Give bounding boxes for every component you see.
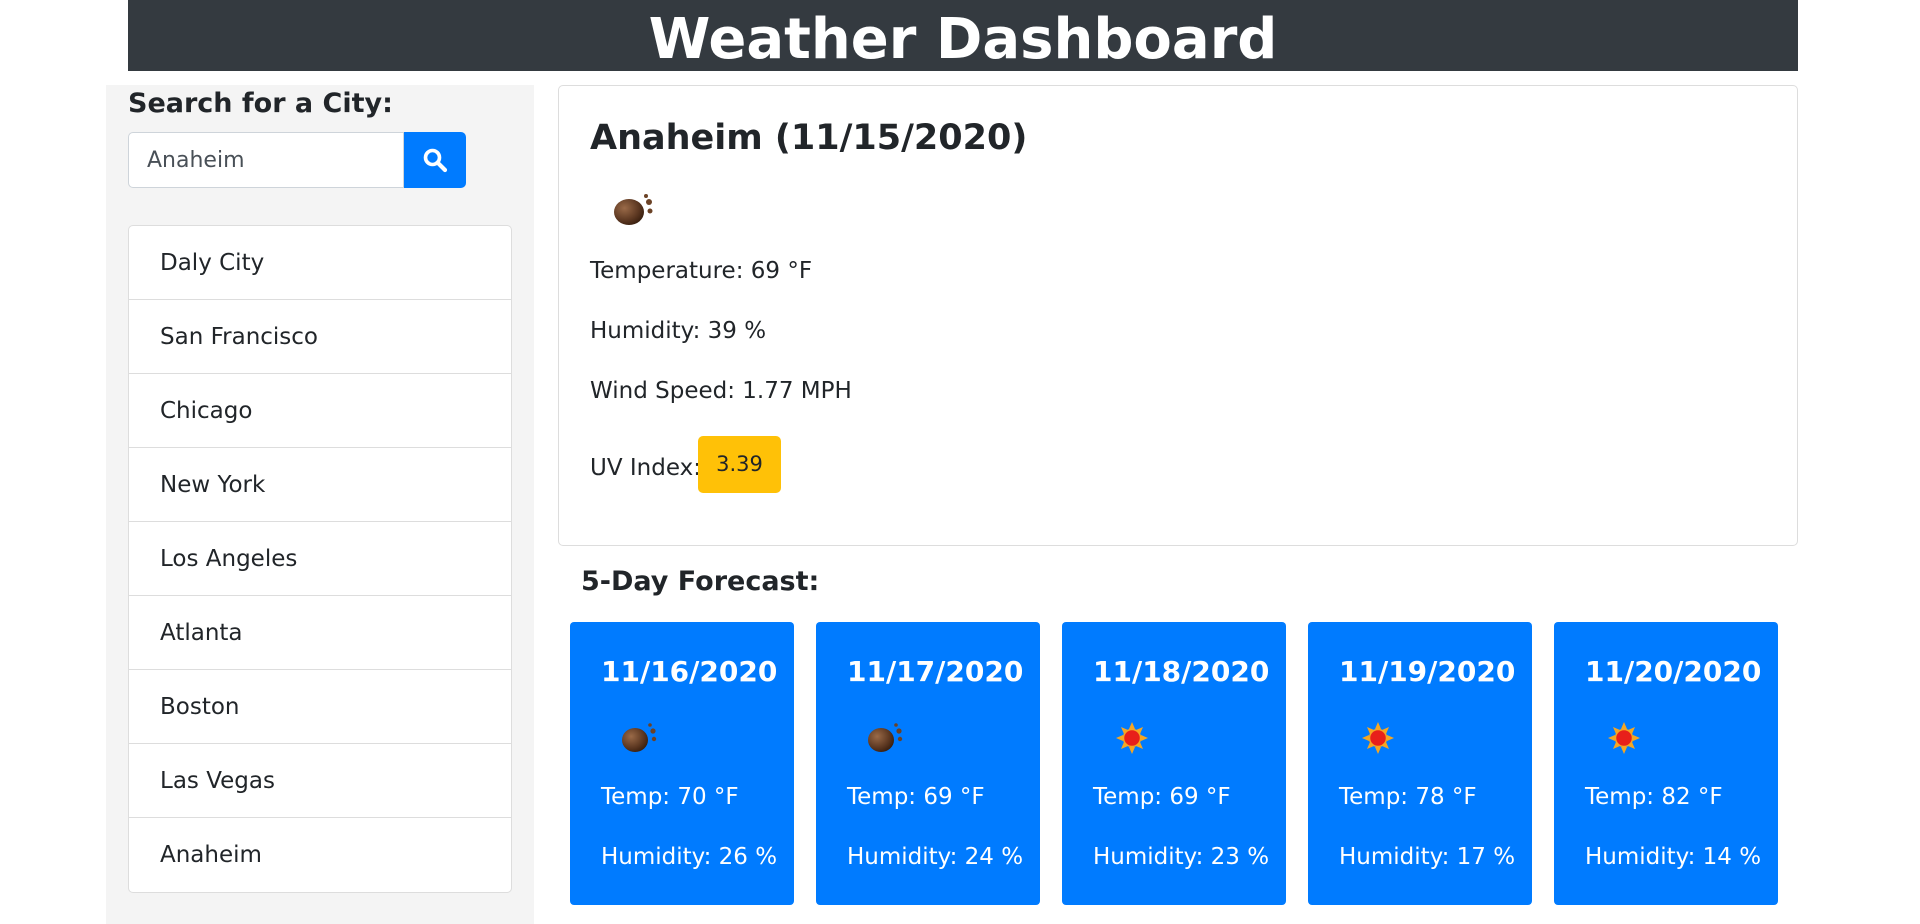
current-city-title: Anaheim (11/15/2020) (590, 118, 1028, 158)
search-group (128, 132, 466, 188)
current-weather-card: Anaheim (11/15/2020) Temperature: 69 °F … (558, 85, 1798, 546)
sun-icon (1116, 722, 1148, 754)
page-header: Weather Dashboard (128, 0, 1798, 71)
forecast-temp: Temp: 82 °F (1585, 784, 1723, 810)
forecast-humidity: Humidity: 23 % (1093, 844, 1270, 870)
uv-index-label: UV Index: (590, 455, 701, 481)
forecast-date: 11/16/2020 (601, 655, 778, 688)
forecast-card-day-3: 11/18/2020 Temp: 69 °F Humidity: 23 % (1062, 622, 1286, 905)
sun-icon (1608, 722, 1640, 754)
forecast-date: 11/17/2020 (847, 655, 1024, 688)
forecast-card-day-1: 11/16/2020 Temp: 70 °F Humidity: 26 % (570, 622, 794, 905)
city-search-input[interactable] (128, 132, 404, 188)
current-humidity: Humidity: 39 % (590, 318, 767, 344)
history-item-las-vegas[interactable]: Las Vegas (129, 744, 511, 818)
forecast-humidity: Humidity: 17 % (1339, 844, 1516, 870)
forecast-date: 11/19/2020 (1339, 655, 1516, 688)
history-item-atlanta[interactable]: Atlanta (129, 596, 511, 670)
forecast-heading: 5-Day Forecast: (581, 566, 820, 597)
forecast-card-day-4: 11/19/2020 Temp: 78 °F Humidity: 17 % (1308, 622, 1532, 905)
haze-icon (614, 194, 653, 225)
history-item-chicago[interactable]: Chicago (129, 374, 511, 448)
forecast-temp: Temp: 69 °F (847, 784, 985, 810)
haze-icon (868, 723, 903, 752)
forecast-temp: Temp: 78 °F (1339, 784, 1477, 810)
search-icon (423, 148, 448, 173)
haze-icon (622, 723, 657, 752)
forecast-card-day-2: 11/17/2020 Temp: 69 °F Humidity: 24 % (816, 622, 1040, 905)
forecast-humidity: Humidity: 24 % (847, 844, 1024, 870)
history-item-daly-city[interactable]: Daly City (129, 226, 511, 300)
current-temperature: Temperature: 69 °F (590, 258, 813, 284)
current-wind-speed: Wind Speed: 1.77 MPH (590, 378, 852, 404)
search-heading: Search for a City: (128, 88, 393, 119)
history-item-los-angeles[interactable]: Los Angeles (129, 522, 511, 596)
search-button[interactable] (404, 132, 466, 188)
history-item-san-francisco[interactable]: San Francisco (129, 300, 511, 374)
search-history-list: Daly City San Francisco Chicago New York… (128, 225, 512, 893)
sun-icon (1362, 722, 1394, 754)
uv-index-badge: 3.39 (698, 436, 781, 493)
forecast-humidity: Humidity: 14 % (1585, 844, 1762, 870)
history-item-new-york[interactable]: New York (129, 448, 511, 522)
forecast-date: 11/20/2020 (1585, 655, 1762, 688)
forecast-date: 11/18/2020 (1093, 655, 1270, 688)
sidebar: Search for a City: Daly City San Francis… (106, 85, 534, 924)
history-item-boston[interactable]: Boston (129, 670, 511, 744)
forecast-temp: Temp: 70 °F (601, 784, 739, 810)
forecast-humidity: Humidity: 26 % (601, 844, 778, 870)
forecast-card-day-5: 11/20/2020 Temp: 82 °F Humidity: 14 % (1554, 622, 1778, 905)
forecast-temp: Temp: 69 °F (1093, 784, 1231, 810)
history-item-anaheim[interactable]: Anaheim (129, 818, 511, 892)
page-title: Weather Dashboard (648, 7, 1278, 71)
